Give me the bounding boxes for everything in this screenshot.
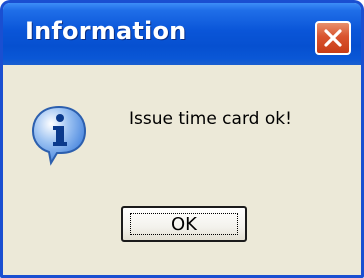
title-bar[interactable]: Information (3, 3, 361, 65)
ok-button-label: OK (130, 213, 238, 235)
close-button[interactable] (315, 21, 351, 55)
dialog-body: Issue time card ok! OK (3, 65, 361, 275)
information-dialog: Information Issue time card ok! OK (0, 0, 364, 278)
ok-button[interactable]: OK (121, 206, 247, 242)
dialog-title: Information (25, 17, 187, 45)
information-icon (31, 105, 87, 166)
dialog-message: Issue time card ok! (129, 109, 292, 129)
close-icon (324, 29, 342, 47)
